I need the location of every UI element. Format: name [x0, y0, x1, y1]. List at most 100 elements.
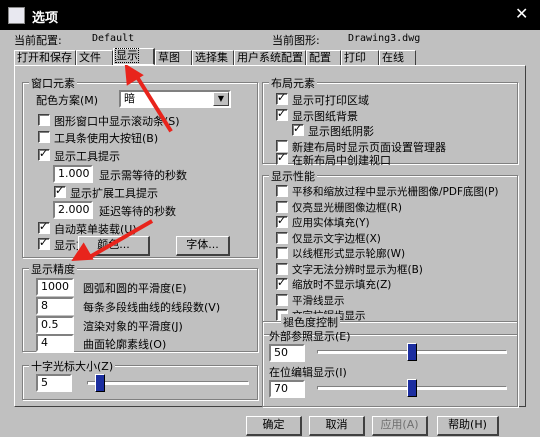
paper-shadow-checkbox[interactable] [292, 122, 304, 136]
performance-option-label: 应用实体填充(Y) [292, 217, 370, 229]
window-elements-group: 窗口元素 配色方案(M) 暗 ▼ 图形窗口中显示滚动条(S) 工具条使用大按钮(… [22, 75, 258, 258]
tab-label: 选择集 [195, 51, 228, 64]
drawing-value: Drawing3.dwg [348, 33, 421, 44]
color-scheme-label: 配色方案(M) [36, 94, 99, 107]
profile-value: Default [92, 33, 135, 44]
options-dialog: 当前配置: Default 当前图形: Drawing3.dwg 打开和保存 文… [0, 30, 540, 437]
printable-area-checkbox[interactable] [276, 91, 288, 105]
xref-display-label: 外部参照显示(E) [269, 330, 351, 343]
large-buttons-checkbox[interactable] [38, 131, 50, 143]
performance-option-label: 以线框形式显示轮廓(W) [292, 248, 406, 260]
extended-delay-input[interactable]: 2.000 [53, 201, 93, 219]
polyline-segments-label: 每条多段线曲线的线段数(V) [83, 301, 221, 314]
crosshair-size-group: 十字光标大小(Z) 5 [22, 358, 258, 400]
tooltips-checkbox[interactable] [38, 147, 50, 161]
tab-label: 打开和保存 [17, 51, 72, 64]
performance-option-checkbox[interactable] [276, 185, 288, 197]
display-resolution-group: 显示精度 1000 圆弧和圆的平滑度(E) 8 每条多段线曲线的线段数(V) 0… [22, 261, 258, 352]
paper-background-checkbox[interactable] [276, 107, 288, 121]
tab-label: 在线 [382, 51, 404, 64]
printable-area-label: 显示可打印区域 [292, 94, 369, 107]
tab-label: 草图 [158, 51, 180, 64]
tooltip-delay-label: 显示需等待的秒数 [99, 169, 187, 182]
inplace-edit-input[interactable]: 70 [269, 380, 305, 398]
contour-lines-label: 曲面轮廓素线(O) [83, 338, 167, 351]
xref-slider-thumb[interactable] [407, 343, 417, 361]
group-title: 显示精度 [29, 261, 77, 277]
cancel-button[interactable]: 取消 [309, 416, 365, 436]
inplace-edit-label: 在位编辑显示(I) [269, 366, 347, 379]
performance-option-checkbox[interactable] [276, 200, 288, 213]
tab-selection[interactable]: 选择集 [192, 50, 234, 65]
window-title: 选项 [32, 11, 59, 26]
crosshair-slider-thumb[interactable] [94, 374, 105, 392]
profile-label: 当前配置: [14, 34, 62, 47]
help-button[interactable]: 帮助(H) [437, 416, 499, 436]
inplace-slider-thumb[interactable] [407, 379, 417, 397]
tab-plot[interactable]: 打印 [341, 50, 379, 65]
fade-control-group: 褪色度控制 外部参照显示(E) 50 在位编辑显示(I) 70 [262, 314, 518, 407]
extended-tooltips-checkbox[interactable] [54, 184, 66, 198]
contour-lines-input[interactable]: 4 [36, 334, 74, 352]
performance-option-checkbox[interactable] [276, 293, 288, 306]
tooltips-label: 显示工具提示 [54, 150, 120, 163]
tab-profiles[interactable]: 配置 [306, 50, 341, 65]
chevron-down-icon[interactable]: ▼ [213, 92, 229, 106]
color-scheme-select[interactable]: 暗 ▼ [119, 90, 231, 108]
tab-label: 用户系统配置 [237, 51, 303, 64]
group-title: 显示性能 [269, 168, 317, 184]
auto-menu-load-checkbox[interactable] [38, 220, 50, 234]
arc-smoothness-label: 圆弧和圆的平滑度(E) [83, 282, 187, 295]
performance-option-label: 平移和缩放过程中显示光栅图像/PDF底图(P) [292, 186, 499, 198]
fonts-button[interactable]: 字体... [176, 236, 230, 256]
performance-option-label: 缩放时不显示填充(Z) [292, 279, 392, 291]
tab-user-prefs[interactable]: 用户系统配置 [234, 50, 306, 65]
performance-option-checkbox[interactable] [276, 247, 288, 259]
tab-label: 显示 [115, 48, 139, 63]
tooltip-delay-input[interactable]: 1.000 [53, 165, 93, 183]
layout-elements-group: 布局元素 显示可打印区域 显示图纸背景 显示图纸阴影 新建布局时显示页面设置管理… [262, 75, 518, 167]
group-title: 窗口元素 [29, 75, 77, 91]
display-performance-group: 显示性能 平移和缩放过程中显示光栅图像/PDF底图(P) 仅亮显光栅图像边框(R)… [262, 168, 518, 335]
tab-label: 打印 [344, 51, 366, 64]
extended-tooltips-label: 显示扩展工具提示 [70, 187, 158, 200]
performance-option-checkbox[interactable] [276, 276, 288, 290]
render-smoothness-label: 渲染对象的平滑度(J) [83, 320, 183, 333]
drawing-label: 当前图形: [272, 34, 320, 47]
create-viewport-checkbox[interactable] [276, 151, 288, 165]
title-bar: 选项 ✕ [0, 0, 540, 30]
performance-option-label: 仅亮显光栅图像边框(R) [292, 201, 402, 214]
crosshair-size-input[interactable]: 5 [36, 374, 72, 392]
performance-option-label: 文字无法分辨时显示为框(B) [292, 263, 423, 276]
app-icon [8, 7, 25, 24]
group-title: 十字光标大小(Z) [29, 358, 116, 374]
tab-label: 配置 [309, 51, 331, 64]
performance-option-label: 仅显示文字边框(X) [292, 232, 381, 245]
file-tabs-checkbox[interactable] [38, 236, 50, 250]
performance-option-checkbox[interactable] [276, 262, 288, 275]
tab-open-save[interactable]: 打开和保存 [14, 50, 76, 65]
tab-files[interactable]: 文件 [76, 50, 113, 65]
tab-drafting[interactable]: 草图 [155, 50, 192, 65]
apply-button[interactable]: 应用(A) [372, 416, 428, 436]
crosshair-slider-track[interactable] [87, 381, 249, 385]
paper-shadow-label: 显示图纸阴影 [308, 125, 374, 138]
color-scheme-value: 暗 [124, 92, 135, 105]
performance-option-checkbox[interactable] [276, 231, 288, 244]
performance-option-checkbox[interactable] [276, 214, 288, 228]
tab-label: 文件 [79, 51, 101, 64]
render-smoothness-input[interactable]: 0.5 [36, 316, 74, 334]
polyline-segments-input[interactable]: 8 [36, 297, 74, 315]
tab-display[interactable]: 显示 [113, 48, 155, 65]
performance-option-label: 平滑线显示 [292, 294, 345, 307]
large-buttons-label: 工具条使用大按钮(B) [54, 132, 159, 145]
group-title: 布局元素 [269, 75, 317, 91]
close-icon[interactable]: ✕ [515, 4, 528, 23]
arc-smoothness-input[interactable]: 1000 [36, 278, 74, 296]
ok-button[interactable]: 确定 [246, 416, 302, 436]
xref-display-input[interactable]: 50 [269, 344, 305, 362]
create-viewport-label: 在新布局中创建视口 [292, 154, 391, 167]
extended-delay-label: 延迟等待的秒数 [99, 205, 176, 218]
tab-online[interactable]: 在线 [379, 50, 416, 65]
scrollbars-checkbox[interactable] [38, 114, 50, 126]
